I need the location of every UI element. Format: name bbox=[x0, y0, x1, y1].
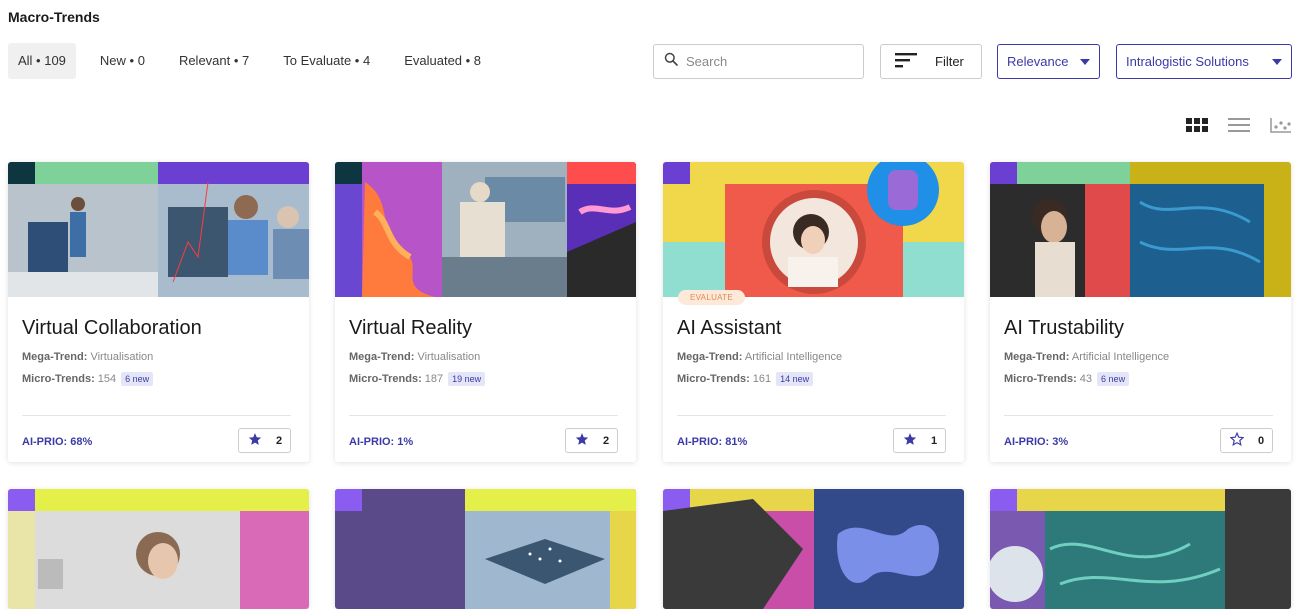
trend-card[interactable]: Virtual Collaboration Mega-Trend: Virtua… bbox=[8, 162, 309, 462]
mega-trend-value: Artificial Intelligence bbox=[1071, 351, 1170, 363]
mega-trend-label: Mega-Trend: bbox=[349, 351, 415, 363]
mega-trend-label: Mega-Trend: bbox=[677, 351, 743, 363]
tab-to-evaluate[interactable]: To Evaluate • 4 bbox=[273, 43, 380, 79]
card-image bbox=[8, 489, 309, 609]
card-divider bbox=[22, 415, 291, 416]
mega-trend-value: Virtualisation bbox=[417, 351, 481, 363]
card-title: AI Assistant bbox=[677, 317, 782, 339]
star-outline-icon bbox=[1229, 431, 1245, 449]
card-title: AI Trustability bbox=[1004, 317, 1125, 339]
search-input[interactable] bbox=[686, 54, 856, 69]
micro-trends-label: Micro-Trends: bbox=[349, 373, 422, 385]
filter-label: Filter bbox=[935, 54, 964, 69]
star-button[interactable]: 1 bbox=[893, 428, 946, 453]
card-title: Virtual Reality bbox=[349, 317, 473, 339]
card-divider bbox=[349, 415, 618, 416]
ai-prio: AI-PRIO: 68% bbox=[22, 436, 93, 448]
evaluate-badge: EVALUATE bbox=[678, 290, 746, 305]
tab-evaluated[interactable]: Evaluated • 8 bbox=[394, 43, 491, 79]
grid-view-icon[interactable] bbox=[1185, 114, 1209, 136]
star-count: 2 bbox=[276, 434, 283, 447]
star-count: 0 bbox=[1258, 434, 1265, 447]
micro-trends-count: 187 bbox=[424, 373, 444, 385]
card-image bbox=[335, 162, 636, 297]
micro-trends-count: 154 bbox=[97, 373, 117, 385]
search-icon bbox=[664, 52, 678, 71]
card-image bbox=[663, 489, 964, 609]
star-filled-icon bbox=[575, 432, 589, 449]
card-title: Virtual Collaboration bbox=[22, 317, 202, 339]
tab-new[interactable]: New • 0 bbox=[90, 43, 155, 79]
new-badge: 19 new bbox=[448, 372, 486, 386]
ai-prio: AI-PRIO: 81% bbox=[677, 436, 748, 448]
view-switcher bbox=[1185, 114, 1293, 136]
micro-trends-label: Micro-Trends: bbox=[22, 373, 95, 385]
ai-prio: AI-PRIO: 3% bbox=[1004, 436, 1069, 448]
new-badge: 6 new bbox=[1097, 372, 1130, 386]
filter-tabs: All • 109 New • 0 Relevant • 7 To Evalua… bbox=[8, 43, 505, 79]
card-micro-trends: Micro-Trends: 161 14 new bbox=[677, 372, 814, 386]
trend-card[interactable] bbox=[990, 489, 1291, 609]
card-image bbox=[990, 489, 1291, 609]
sort-select-value: Relevance bbox=[1007, 54, 1069, 69]
card-divider bbox=[677, 415, 946, 416]
tab-all[interactable]: All • 109 bbox=[8, 43, 76, 79]
trend-card[interactable] bbox=[335, 489, 636, 609]
card-micro-trends: Micro-Trends: 187 19 new bbox=[349, 372, 486, 386]
card-image bbox=[8, 162, 309, 297]
star-filled-icon bbox=[903, 432, 917, 449]
micro-trends-label: Micro-Trends: bbox=[1004, 373, 1077, 385]
new-badge: 6 new bbox=[121, 372, 154, 386]
star-filled-icon bbox=[248, 432, 262, 449]
micro-trends-count: 43 bbox=[1079, 373, 1093, 385]
mega-trend-label: Mega-Trend: bbox=[1004, 351, 1070, 363]
solution-select-value: Intralogistic Solutions bbox=[1126, 54, 1249, 69]
list-view-icon[interactable] bbox=[1227, 114, 1251, 136]
card-micro-trends: Micro-Trends: 43 6 new bbox=[1004, 372, 1130, 386]
search-box[interactable] bbox=[653, 44, 864, 79]
sort-select[interactable]: Relevance bbox=[997, 44, 1100, 79]
filter-lines-icon bbox=[895, 52, 917, 71]
card-divider bbox=[1004, 415, 1273, 416]
micro-trends-label: Micro-Trends: bbox=[677, 373, 750, 385]
card-mega-trend: Mega-Trend: Virtualisation bbox=[22, 351, 153, 363]
trend-card[interactable]: Virtual Reality Mega-Trend: Virtualisati… bbox=[335, 162, 636, 462]
star-button[interactable]: 2 bbox=[565, 428, 618, 453]
ai-prio: AI-PRIO: 1% bbox=[349, 436, 414, 448]
card-mega-trend: Mega-Trend: Artificial Intelligence bbox=[1004, 351, 1169, 363]
star-button[interactable]: 0 bbox=[1220, 428, 1273, 453]
trend-card[interactable]: EVALUATE AI Assistant Mega-Trend: Artifi… bbox=[663, 162, 964, 462]
caret-down-icon bbox=[1272, 58, 1282, 65]
card-image bbox=[335, 489, 636, 609]
solution-select[interactable]: Intralogistic Solutions bbox=[1116, 44, 1292, 79]
trend-card[interactable]: AI Trustability Mega-Trend: Artificial I… bbox=[990, 162, 1291, 462]
page-title: Macro-Trends bbox=[8, 9, 100, 25]
filter-button[interactable]: Filter bbox=[880, 44, 982, 79]
card-image bbox=[663, 162, 964, 297]
mega-trend-value: Virtualisation bbox=[90, 351, 154, 363]
scatter-view-icon[interactable] bbox=[1269, 114, 1293, 136]
trend-card[interactable] bbox=[663, 489, 964, 609]
micro-trends-count: 161 bbox=[752, 373, 772, 385]
card-mega-trend: Mega-Trend: Virtualisation bbox=[349, 351, 480, 363]
trend-card[interactable] bbox=[8, 489, 309, 609]
tab-relevant[interactable]: Relevant • 7 bbox=[169, 43, 259, 79]
star-count: 1 bbox=[931, 434, 938, 447]
star-count: 2 bbox=[603, 434, 610, 447]
new-badge: 14 new bbox=[776, 372, 814, 386]
card-micro-trends: Micro-Trends: 154 6 new bbox=[22, 372, 154, 386]
caret-down-icon bbox=[1080, 58, 1090, 65]
star-button[interactable]: 2 bbox=[238, 428, 291, 453]
mega-trend-label: Mega-Trend: bbox=[22, 351, 88, 363]
mega-trend-value: Artificial Intelligence bbox=[744, 351, 843, 363]
card-image bbox=[990, 162, 1291, 297]
card-mega-trend: Mega-Trend: Artificial Intelligence bbox=[677, 351, 842, 363]
